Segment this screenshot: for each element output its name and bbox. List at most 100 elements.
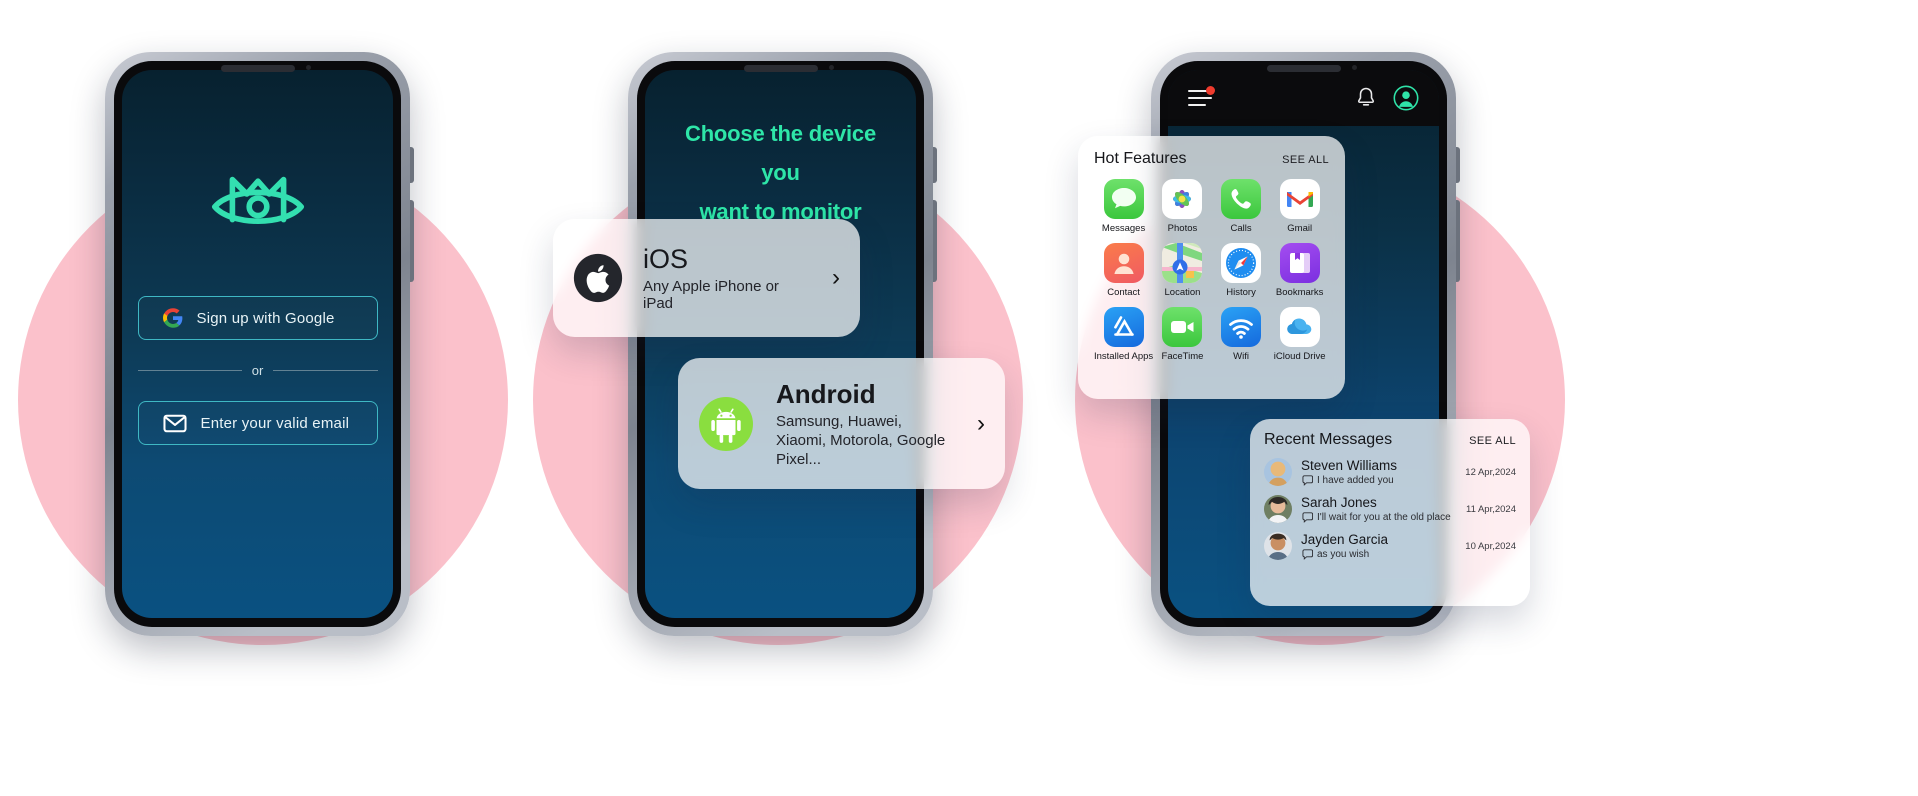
app-label: iCloud Drive [1273,351,1326,362]
phone3-speaker-notch [1266,65,1341,72]
signup-with-google-button[interactable]: Sign up with Google [137,296,378,340]
contact-icon [1103,243,1144,283]
facetime-icon [1162,307,1203,347]
phone1-speaker-notch [220,65,295,72]
message-preview: I have added you [1301,475,1456,486]
maps-icon [1162,243,1203,283]
message-list-item[interactable]: Jayden Garcia as you wish 10 Apr,2024 [1264,532,1516,560]
gmail-icon [1279,179,1320,219]
choose-device-title: Choose the device you want to monitor [645,114,916,231]
phone2-power-button [933,200,937,282]
app-tile-history[interactable]: History [1212,243,1271,298]
device-option-android-title: Android [776,378,876,409]
phone1-volume-button [410,147,414,183]
avatar [1264,458,1292,486]
wifi-icon [1221,307,1262,347]
app-tile-messages[interactable]: Messages [1094,179,1153,234]
message-preview-text: I'll wait for you at the old place [1317,512,1451,523]
hamburger-icon[interactable] [1188,86,1215,106]
email-placeholder-label: Enter your valid email [200,414,350,432]
apple-icon [573,253,623,303]
notification-badge-dot [1206,86,1215,95]
message-preview: I'll wait for you at the old place [1301,512,1457,523]
app-tile-calls[interactable]: Calls [1212,179,1271,234]
phone2-volume-button [933,147,937,183]
message-date: 12 Apr,2024 [1465,466,1516,478]
photos-icon [1162,179,1203,219]
phone3-power-button [1456,200,1460,282]
chevron-right-icon[interactable]: › [832,266,840,290]
app-label: Installed Apps [1094,351,1154,362]
message-list-item[interactable]: Sarah Jones I'll wait for you at the old… [1264,495,1516,523]
messages-icon [1103,179,1144,219]
app-label: Bookmarks [1275,287,1324,298]
avatar [1264,532,1292,560]
app-label: History [1226,287,1256,298]
phone-mockup-choose-device: Choose the device you want to monitor [628,52,937,636]
app-label: Gmail [1287,223,1313,234]
app-tile-bookmarks[interactable]: Bookmarks [1270,243,1329,298]
hot-features-see-all-link[interactable]: SEE ALL [1282,154,1329,166]
android-icon [698,396,754,452]
icloud-icon [1279,307,1320,347]
app-label: Messages [1101,223,1146,234]
device-option-android[interactable]: Android Samsung, Huawei, Xiaomi, Motorol… [678,358,1005,489]
hot-features-title: Hot Features [1094,150,1187,167]
phone1-screen: Sign up with Google or Enter your valid … [122,70,393,618]
message-preview-text: as you wish [1317,549,1370,560]
bookmarks-icon [1279,243,1320,283]
phone2-screen: Choose the device you want to monitor [645,70,916,618]
phone1-camera-dot [305,65,311,70]
app-label: Photos [1167,223,1198,234]
device-option-ios[interactable]: iOS Any Apple iPhone or iPad › [553,219,860,337]
divider-rule-right [273,370,378,371]
app-store-icon [1103,307,1144,347]
chevron-right-icon[interactable]: › [977,411,985,436]
recent-messages-see-all-link[interactable]: SEE ALL [1469,435,1516,447]
chat-bubble-icon [1301,512,1313,523]
message-date: 10 Apr,2024 [1465,540,1516,552]
divider-rule-left [137,370,242,371]
recent-messages-panel: Recent Messages SEE ALL Steven Williams … [1250,419,1530,606]
app-tile-facetime[interactable]: FaceTime [1153,307,1212,362]
device-option-android-text: Android Samsung, Huawei, Xiaomi, Motorol… [776,379,955,469]
message-preview: as you wish [1301,549,1456,560]
hot-features-app-grid: Messages Photos Calls Gmail Contact Loca… [1094,179,1329,362]
message-sender-name: Jayden Garcia [1301,532,1389,547]
mail-icon [162,414,187,433]
app-tile-gmail[interactable]: Gmail [1270,179,1329,234]
app-label: Location [1164,287,1201,298]
phone-mockup-signup: Sign up with Google or Enter your valid … [105,52,414,636]
recent-messages-title: Recent Messages [1264,431,1393,448]
device-option-ios-title: iOS [643,244,689,274]
device-option-ios-text: iOS Any Apple iPhone or iPad [643,244,812,312]
device-option-ios-subtitle: Any Apple iPhone or iPad [643,278,779,312]
app-tile-photos[interactable]: Photos [1153,179,1212,234]
app-tile-installed-apps[interactable]: Installed Apps [1094,307,1153,362]
app-tile-contact[interactable]: Contact [1094,243,1153,298]
app-label: Wifi [1233,351,1249,362]
message-sender-name: Steven Williams [1301,458,1398,473]
app-label: FaceTime [1161,351,1204,362]
or-label: or [251,363,264,378]
phone1-power-button [410,200,414,282]
message-list-item[interactable]: Steven Williams I have added you 12 Apr,… [1264,458,1516,486]
email-input-field[interactable]: Enter your valid email [137,401,378,445]
app-tile-wifi[interactable]: Wifi [1212,307,1271,362]
marketing-screenshot-stage: Sign up with Google or Enter your valid … [0,0,1918,796]
message-sender-name: Sarah Jones [1301,495,1377,510]
app-label: Calls [1230,223,1252,234]
user-avatar-icon[interactable] [1393,85,1419,111]
message-date: 11 Apr,2024 [1465,503,1516,515]
device-option-android-subtitle: Samsung, Huawei, Xiaomi, Motorola, Googl… [776,412,946,468]
hot-features-panel: Hot Features SEE ALL Messages Photos Cal… [1078,136,1345,399]
or-divider: or [137,363,378,378]
phone2-speaker-notch [743,65,818,72]
m-eye-logo [210,166,306,238]
bell-icon[interactable] [1355,86,1377,110]
app-tile-icloud-drive[interactable]: iCloud Drive [1270,307,1329,362]
choose-device-title-line1: Choose the device you [685,121,876,185]
phone3-camera-dot [1351,65,1357,70]
app-tile-location[interactable]: Location [1153,243,1212,298]
chat-bubble-icon [1301,549,1313,560]
